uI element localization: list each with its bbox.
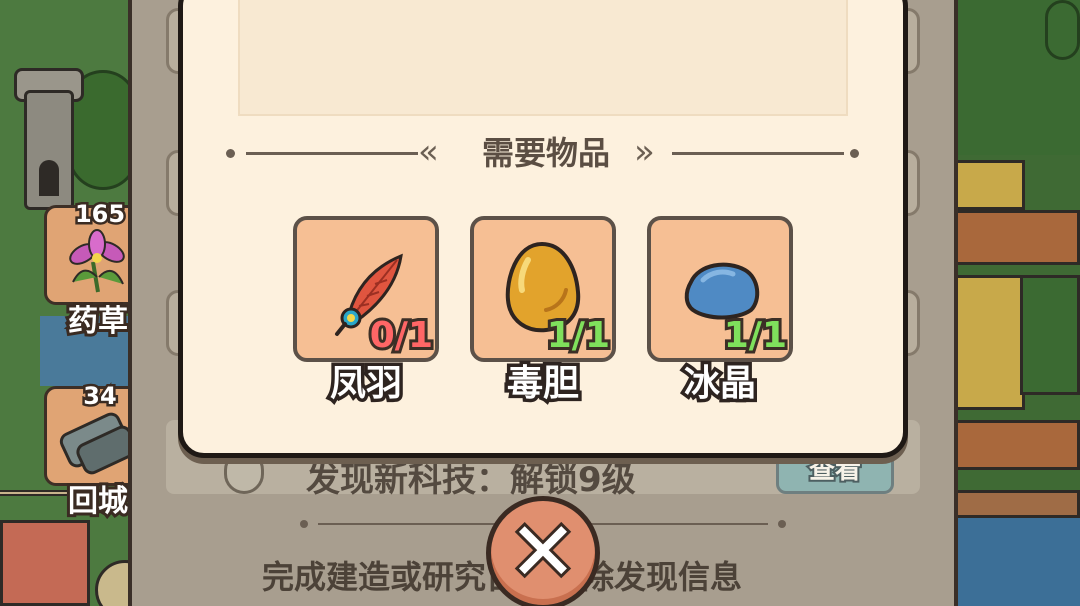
dirt-path [955, 420, 1080, 470]
divider-dot [226, 149, 235, 158]
wooden-dock [950, 490, 1080, 518]
stone-tower [14, 60, 84, 210]
double-chevron-right-icon: » [634, 132, 655, 172]
wheat-field [955, 275, 1025, 410]
house-roof [0, 520, 90, 606]
close-button[interactable]: ✕ [486, 496, 600, 606]
item-slot-ice-crystal[interactable]: 1/1 [647, 216, 793, 362]
game-screen: 165 药草 34 回城 发现新科技：解锁9级 查看 完成建造或研究自动移除发现… [0, 0, 1080, 606]
section-header: « 需要物品 » [222, 130, 862, 176]
divider-dot [850, 149, 859, 158]
item-count: 0/1 [367, 313, 436, 359]
item-slot-poison-gall[interactable]: 1/1 [470, 216, 616, 362]
bush [1045, 0, 1080, 60]
dirt-path [955, 210, 1080, 265]
item-slot-phoenix-feather[interactable]: 0/1 [293, 216, 439, 362]
item-count: 1/1 [544, 313, 613, 359]
divider-line [246, 152, 418, 155]
popup-content-area [238, 0, 848, 116]
grass-field [1020, 275, 1080, 395]
double-chevron-left-icon: « [418, 132, 439, 172]
close-icon: ✕ [506, 502, 581, 603]
discovery-text: 发现新科技：解锁9级 [306, 460, 636, 500]
water-right [955, 518, 1080, 606]
item-count: 1/1 [721, 313, 790, 359]
divider-line [672, 152, 844, 155]
wheat-field [955, 160, 1025, 210]
item-name: 冰晶 [680, 360, 759, 408]
section-title: 需要物品 [481, 134, 610, 172]
item-name: 毒胆 [503, 360, 582, 408]
item-name: 凤羽 [326, 360, 405, 408]
